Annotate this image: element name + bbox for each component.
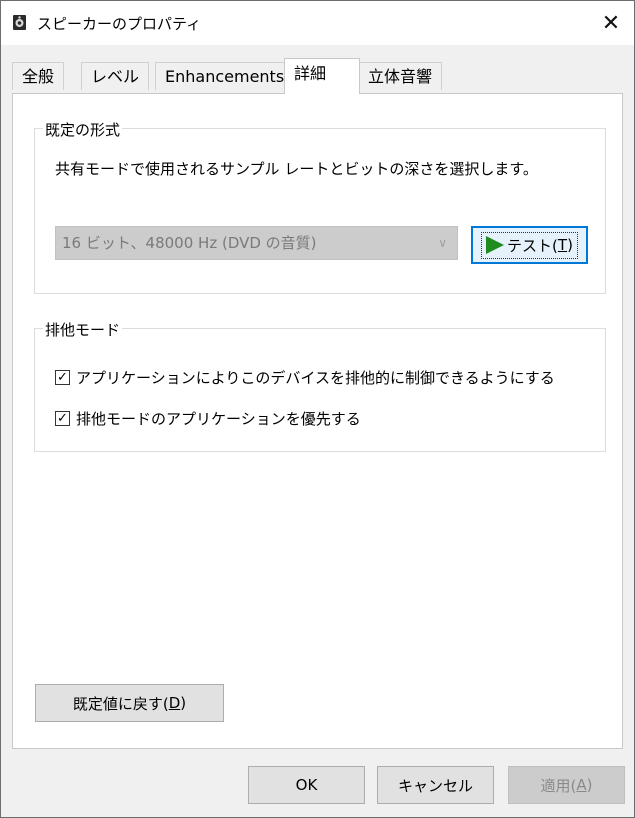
tab-label: Enhancements xyxy=(165,67,285,86)
play-icon xyxy=(486,236,505,254)
tab-spatial-sound[interactable]: 立体音響 xyxy=(358,62,443,90)
apply-label-suffix: ) xyxy=(586,776,593,794)
apply-accelerator: A xyxy=(576,776,587,794)
window-title: スピーカーのプロパティ xyxy=(37,15,202,33)
restore-label-suffix: ) xyxy=(180,694,187,712)
tab-panel: 既定の形式 共有モードで使用されるサンプル レートとビットの深さを選択します。 … xyxy=(12,93,623,749)
test-label-suffix: ) xyxy=(567,236,573,254)
chevron-down-icon: ∨ xyxy=(438,236,447,250)
prioritize-exclusive-checkbox[interactable]: ✓ 排他モードのアプリケーションを優先する xyxy=(55,408,361,429)
close-icon: ✕ xyxy=(601,10,621,36)
ok-button[interactable]: OK xyxy=(248,766,365,804)
tab-label: 立体音響 xyxy=(368,67,433,86)
group-label: 排他モード xyxy=(43,319,123,340)
restore-label: 既定値に戻す( xyxy=(72,694,169,713)
apply-button[interactable]: 適用(A) xyxy=(508,766,625,804)
test-label: テスト( xyxy=(507,236,558,255)
tab-enhancements[interactable]: Enhancements xyxy=(155,62,295,90)
tab-label: 全般 xyxy=(22,67,55,86)
checkmark-icon[interactable]: ✓ xyxy=(55,411,70,426)
exclusive-mode-group: 排他モード ✓ アプリケーションによりこのデバイスを排他的に制御できるようにする… xyxy=(34,319,606,452)
default-format-group: 既定の形式 共有モードで使用されるサンプル レートとビットの深さを選択します。 … xyxy=(34,119,606,294)
restore-defaults-button[interactable]: 既定値に戻す(D) xyxy=(35,684,224,722)
close-button[interactable]: ✕ xyxy=(588,1,634,45)
format-selected-value: 16 ビット、48000 Hz (DVD の音質) xyxy=(62,234,317,252)
cancel-button[interactable]: キャンセル xyxy=(377,766,494,804)
title-bar[interactable]: スピーカーのプロパティ ✕ xyxy=(1,1,634,45)
restore-accelerator: D xyxy=(168,694,181,712)
tab-levels[interactable]: レベル xyxy=(81,62,150,90)
ok-label: OK xyxy=(295,776,318,794)
speaker-icon xyxy=(13,15,26,30)
properties-window: スピーカーのプロパティ ✕ 全般 レベル Enhancements 詳細 立体音… xyxy=(0,0,635,818)
checkbox-label: アプリケーションによりこのデバイスを排他的に制御できるようにする xyxy=(76,369,555,387)
tab-general[interactable]: 全般 xyxy=(12,62,65,90)
tab-label: 詳細 xyxy=(294,64,327,83)
tab-advanced[interactable]: 詳細 xyxy=(284,58,360,94)
test-button[interactable]: テスト(T) xyxy=(471,226,588,264)
group-label: 既定の形式 xyxy=(43,119,123,140)
cancel-label: キャンセル xyxy=(397,776,473,795)
focus-rect: テスト(T) xyxy=(481,231,578,259)
allow-exclusive-checkbox[interactable]: ✓ アプリケーションによりこのデバイスを排他的に制御できるようにする xyxy=(55,367,555,388)
apply-label: 適用( xyxy=(540,776,577,795)
test-accelerator: T xyxy=(557,236,568,254)
format-select[interactable]: 16 ビット、48000 Hz (DVD の音質) ∨ xyxy=(55,226,458,260)
checkmark-icon[interactable]: ✓ xyxy=(55,370,70,385)
tab-label: レベル xyxy=(91,67,140,86)
checkbox-label: 排他モードのアプリケーションを優先する xyxy=(76,410,361,428)
format-description: 共有モードで使用されるサンプル レートとビットの深さを選択します。 xyxy=(55,160,538,178)
